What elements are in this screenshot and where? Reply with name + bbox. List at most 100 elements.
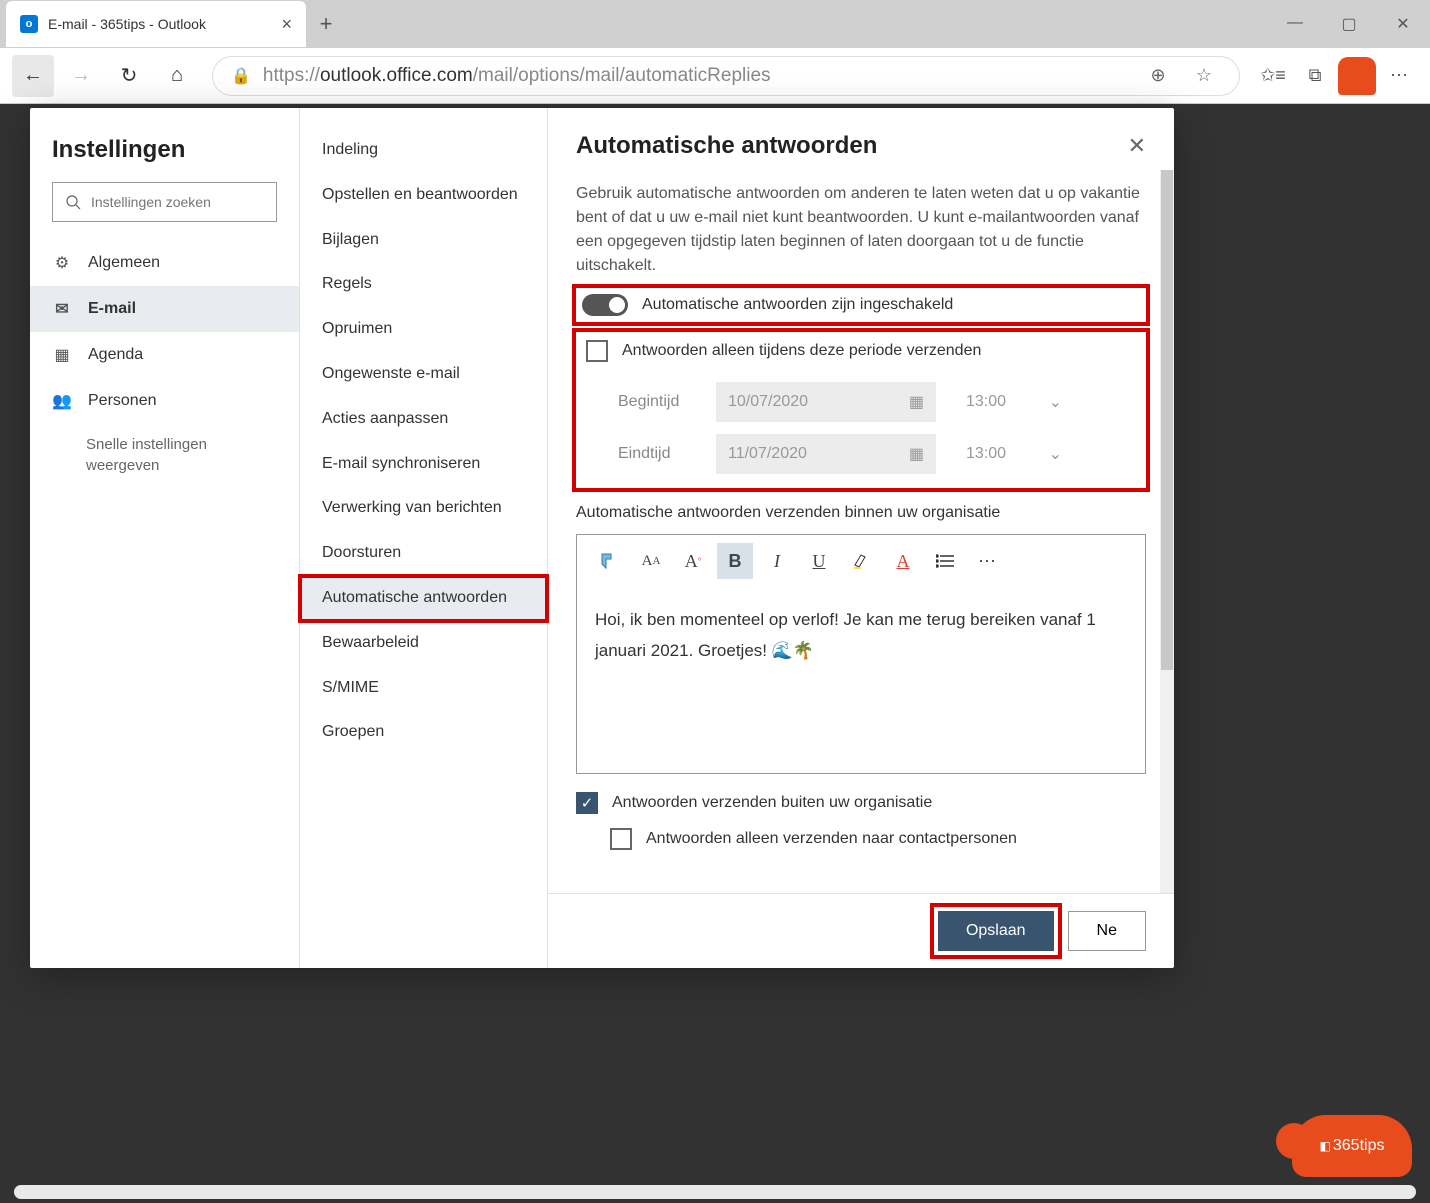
settings-panel: Automatische antwoorden ✕ Gebruik automa… xyxy=(548,108,1174,968)
sub-sync[interactable]: E-mail synchroniseren xyxy=(300,442,547,487)
outside-checkbox[interactable]: ✓ xyxy=(576,792,598,814)
sub-opruimen[interactable]: Opruimen xyxy=(300,307,547,352)
toggle-highlight: Automatische antwoorden zijn ingeschakel… xyxy=(576,288,1146,322)
sub-ongewenste[interactable]: Ongewenste e-mail xyxy=(300,352,547,397)
begin-date-input[interactable]: 10/07/2020 ▦ xyxy=(716,382,936,422)
sub-regels[interactable]: Regels xyxy=(300,262,547,307)
sub-autoanswer[interactable]: Automatische antwoorden xyxy=(300,576,547,621)
period-highlight: Antwoorden alleen tijdens deze periode v… xyxy=(576,332,1146,488)
italic-button[interactable]: I xyxy=(759,543,795,579)
more-formatting-icon[interactable]: ⋯ xyxy=(969,543,1005,579)
favorites-icon[interactable]: ✩≡ xyxy=(1254,57,1292,95)
font-family-icon[interactable]: AA xyxy=(633,543,669,579)
outside-check-label: Antwoorden verzenden buiten uw organisat… xyxy=(612,794,932,812)
reply-editor: AA A° B I U A ⋯ Hoi, ik ben momenteel op… xyxy=(576,534,1146,774)
close-icon[interactable]: ✕ xyxy=(1128,133,1146,159)
settings-title: Instellingen xyxy=(30,136,299,182)
underline-button[interactable]: U xyxy=(801,543,837,579)
sub-doorsturen[interactable]: Doorsturen xyxy=(300,531,547,576)
sub-opstellen[interactable]: Opstellen en beantwoorden xyxy=(300,173,547,218)
editor-toolbar: AA A° B I U A ⋯ xyxy=(577,535,1145,587)
end-time-select[interactable]: 13:00 ⌄ xyxy=(954,434,1074,474)
nav-email[interactable]: ✉ E-mail xyxy=(30,286,299,332)
end-date-input[interactable]: 11/07/2020 ▦ xyxy=(716,434,936,474)
nav-general[interactable]: ⚙ Algemeen xyxy=(30,240,299,286)
bottom-scrollbar[interactable] xyxy=(14,1185,1416,1199)
sub-indeling[interactable]: Indeling xyxy=(300,128,547,173)
editor-body[interactable]: Hoi, ik ben momenteel op verlof! Je kan … xyxy=(577,587,1145,684)
addressbar[interactable]: 🔒 https://outlook.office.com/mail/option… xyxy=(212,56,1240,96)
end-label: Eindtijd xyxy=(618,445,698,463)
maximize-icon[interactable]: ▢ xyxy=(1322,14,1376,34)
browser-chrome: o E-mail - 365tips - Outlook × + — ▢ ✕ ←… xyxy=(0,0,1430,104)
close-window-icon[interactable]: ✕ xyxy=(1376,14,1430,34)
collections-icon[interactable]: ⧉ xyxy=(1296,57,1334,95)
browser-toolbar-icons: ✩≡ ⧉ ⋯ xyxy=(1254,57,1418,95)
sub-bewaar[interactable]: Bewaarbeleid xyxy=(300,621,547,666)
browser-tab[interactable]: o E-mail - 365tips - Outlook × xyxy=(6,1,306,47)
chevron-down-icon: ⌄ xyxy=(1049,444,1062,464)
365tips-badge: ◧365tips xyxy=(1292,1115,1412,1177)
panel-footer: Opslaan Ne xyxy=(548,894,1174,968)
people-icon: 👥 xyxy=(52,391,72,411)
zoom-icon[interactable]: ⊕ xyxy=(1141,65,1175,86)
back-button[interactable]: ← xyxy=(12,55,54,97)
begin-time-select[interactable]: 13:00 ⌄ xyxy=(954,382,1074,422)
home-button[interactable]: ⌂ xyxy=(156,55,198,97)
chevron-down-icon: ⌄ xyxy=(1049,392,1062,412)
refresh-button[interactable]: ↻ xyxy=(108,55,150,97)
save-button[interactable]: Opslaan xyxy=(938,911,1054,951)
contacts-only-checkbox[interactable] xyxy=(610,828,632,850)
minimize-icon[interactable]: — xyxy=(1268,14,1322,34)
url-text: https://outlook.office.com/mail/options/… xyxy=(263,65,1129,87)
nav-quick-settings[interactable]: Snelle instellingen weergeven xyxy=(30,424,299,476)
settings-modal: Instellingen ⚙ Algemeen ✉ E-mail ▦ Agend… xyxy=(30,108,1174,968)
inside-org-label: Automatische antwoorden verzenden binnen… xyxy=(576,504,1146,522)
discard-button[interactable]: Ne xyxy=(1068,911,1146,951)
panel-header: Automatische antwoorden ✕ xyxy=(548,108,1174,170)
panel-body: Gebruik automatische antwoorden om ander… xyxy=(548,170,1174,894)
begin-label: Begintijd xyxy=(618,393,698,411)
settings-search[interactable] xyxy=(52,182,277,222)
search-input[interactable] xyxy=(91,194,272,210)
extension-cloud-icon[interactable] xyxy=(1338,57,1376,95)
email-subnav: Indeling Opstellen en beantwoorden Bijla… xyxy=(300,108,548,968)
calendar-icon: ▦ xyxy=(52,345,72,365)
sub-bijlagen[interactable]: Bijlagen xyxy=(300,218,547,263)
gear-icon: ⚙ xyxy=(52,253,72,273)
toggle-label: Automatische antwoorden zijn ingeschakel… xyxy=(642,296,953,314)
nav-people[interactable]: 👥 Personen xyxy=(30,378,299,424)
auto-replies-toggle[interactable] xyxy=(582,294,628,316)
highlight-icon[interactable] xyxy=(843,543,879,579)
new-tab-button[interactable]: + xyxy=(306,11,346,37)
settings-nav: Instellingen ⚙ Algemeen ✉ E-mail ▦ Agend… xyxy=(30,108,300,968)
sub-acties[interactable]: Acties aanpassen xyxy=(300,397,547,442)
tab-title: E-mail - 365tips - Outlook xyxy=(48,16,271,32)
bold-button[interactable]: B xyxy=(717,543,753,579)
outlook-favicon: o xyxy=(20,15,38,33)
panel-description: Gebruik automatische antwoorden om ander… xyxy=(576,182,1146,278)
tab-close-icon[interactable]: × xyxy=(281,14,292,35)
window-controls: — ▢ ✕ xyxy=(1268,14,1430,34)
contacts-only-label: Antwoorden alleen verzenden naar contact… xyxy=(646,830,1017,848)
calendar-icon: ▦ xyxy=(909,392,924,412)
forward-button[interactable]: → xyxy=(60,55,102,97)
nav-calendar[interactable]: ▦ Agenda xyxy=(30,332,299,378)
sub-groepen[interactable]: Groepen xyxy=(300,710,547,755)
font-size-icon[interactable]: A° xyxy=(675,543,711,579)
font-color-icon[interactable]: A xyxy=(885,543,921,579)
scrollbar[interactable] xyxy=(1160,170,1174,893)
addressbar-row: ← → ↻ ⌂ 🔒 https://outlook.office.com/mai… xyxy=(0,48,1430,104)
outside-org-section: ✓ Antwoorden verzenden buiten uw organis… xyxy=(576,792,1146,850)
list-icon[interactable] xyxy=(927,543,963,579)
more-icon[interactable]: ⋯ xyxy=(1380,57,1418,95)
star-icon[interactable]: ☆ xyxy=(1187,65,1221,86)
format-painter-icon[interactable] xyxy=(591,543,627,579)
search-icon xyxy=(65,194,81,210)
sub-smime[interactable]: S/MIME xyxy=(300,666,547,711)
titlebar: o E-mail - 365tips - Outlook × + — ▢ ✕ xyxy=(0,0,1430,48)
mail-icon: ✉ xyxy=(52,299,72,319)
lock-icon: 🔒 xyxy=(231,66,251,86)
period-checkbox[interactable] xyxy=(586,340,608,362)
sub-verwerking[interactable]: Verwerking van berichten xyxy=(300,486,547,531)
